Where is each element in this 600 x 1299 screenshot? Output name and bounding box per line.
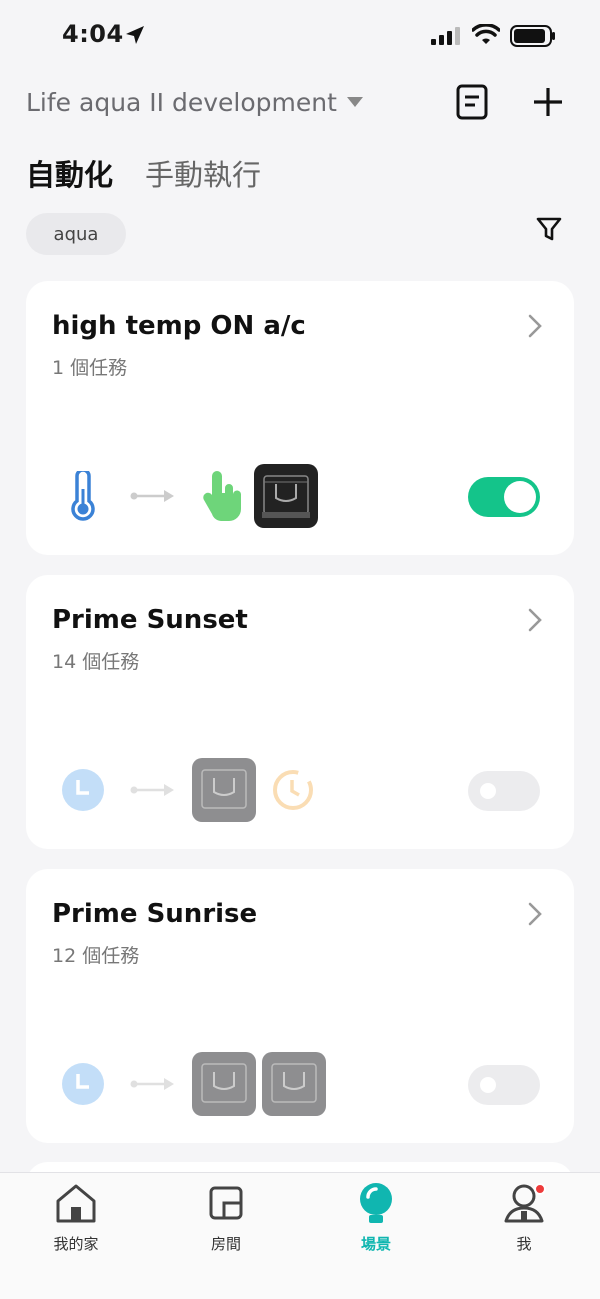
plus-icon — [534, 88, 562, 116]
tabbar-label: 房間 — [210, 1235, 241, 1253]
tabbar-label: 我 — [516, 1235, 532, 1253]
wifi-icon — [472, 24, 500, 44]
document-icon — [456, 84, 488, 120]
card-title: Prime Sunset — [52, 605, 248, 635]
location-arrow-icon — [126, 26, 144, 44]
tabbar-item-profile[interactable]: 我 — [474, 1181, 574, 1254]
tabbar-label: 我的家 — [53, 1235, 99, 1253]
tabbar-item-rooms[interactable]: 房間 — [176, 1181, 276, 1254]
chevron-right-icon — [528, 608, 542, 632]
thermometer-icon — [71, 471, 95, 521]
automation-flow — [52, 757, 324, 823]
tab-automation[interactable]: 自動化 — [26, 152, 113, 194]
device-thumbnail — [254, 464, 318, 528]
card-task-count: 14 個任務 — [52, 651, 140, 673]
arrow-right-icon — [130, 784, 174, 796]
bottom-tab-bar: 我的家 房間 場景 我 — [0, 1172, 600, 1299]
clock-icon — [62, 1063, 104, 1105]
enable-toggle[interactable] — [468, 1065, 540, 1105]
filter-chip[interactable]: aqua — [26, 213, 126, 255]
device-thumbnail — [192, 1052, 256, 1116]
tap-action — [192, 465, 254, 527]
enable-toggle[interactable] — [468, 477, 540, 517]
tabbar-item-scenes[interactable]: 場景 — [326, 1181, 426, 1254]
chevron-right-icon — [528, 314, 542, 338]
device-image — [201, 769, 247, 809]
clock-icon — [62, 769, 104, 811]
home-name: Life aqua II development — [26, 87, 337, 117]
delay-action — [262, 759, 324, 821]
card-task-count: 1 個任務 — [52, 357, 128, 379]
card-title: Prime Sunrise — [52, 899, 258, 929]
device-image — [262, 475, 310, 518]
automation-flow — [52, 1051, 332, 1117]
timer-icon — [273, 770, 313, 810]
scene-icon — [360, 1183, 392, 1223]
chevron-right-icon — [528, 902, 542, 926]
enable-toggle[interactable] — [468, 771, 540, 811]
card-task-count: 12 個任務 — [52, 945, 140, 967]
status-time: 4:04 — [62, 20, 124, 48]
home-icon — [56, 1184, 96, 1223]
caret-down-icon — [346, 97, 363, 107]
temperature-condition — [52, 465, 114, 527]
log-button[interactable] — [452, 80, 492, 124]
schedule-condition — [52, 759, 114, 821]
room-icon — [209, 1186, 243, 1220]
device-thumbnail — [192, 758, 256, 822]
card-title: high temp ON a/c — [52, 311, 306, 341]
arrow-right-icon — [130, 490, 174, 502]
device-image — [201, 1063, 247, 1103]
add-button[interactable] — [528, 82, 568, 122]
automation-card[interactable]: high temp ON a/c 1 個任務 — [26, 281, 574, 555]
tabbar-item-home[interactable]: 我的家 — [26, 1181, 126, 1254]
tabbar-label: 場景 — [360, 1235, 391, 1253]
hand-tap-icon — [203, 471, 242, 521]
tab-manual[interactable]: 手動執行 — [145, 152, 261, 194]
device-image — [271, 1063, 317, 1103]
battery-icon — [510, 25, 555, 47]
status-bar: 4:04 — [0, 0, 600, 70]
funnel-icon — [536, 217, 562, 241]
automation-flow — [52, 463, 324, 529]
automation-card[interactable]: Prime Sunset 14 個任務 — [26, 575, 574, 849]
notification-badge — [534, 1183, 546, 1195]
arrow-right-icon — [130, 1078, 174, 1090]
filter-button[interactable] — [532, 212, 566, 246]
schedule-condition — [52, 1053, 114, 1115]
automation-card[interactable]: Prime Sunrise 12 個任務 — [26, 869, 574, 1143]
device-thumbnail — [262, 1052, 326, 1116]
cellular-signal-icon — [431, 27, 460, 45]
home-selector[interactable]: Life aqua II development — [26, 84, 363, 120]
